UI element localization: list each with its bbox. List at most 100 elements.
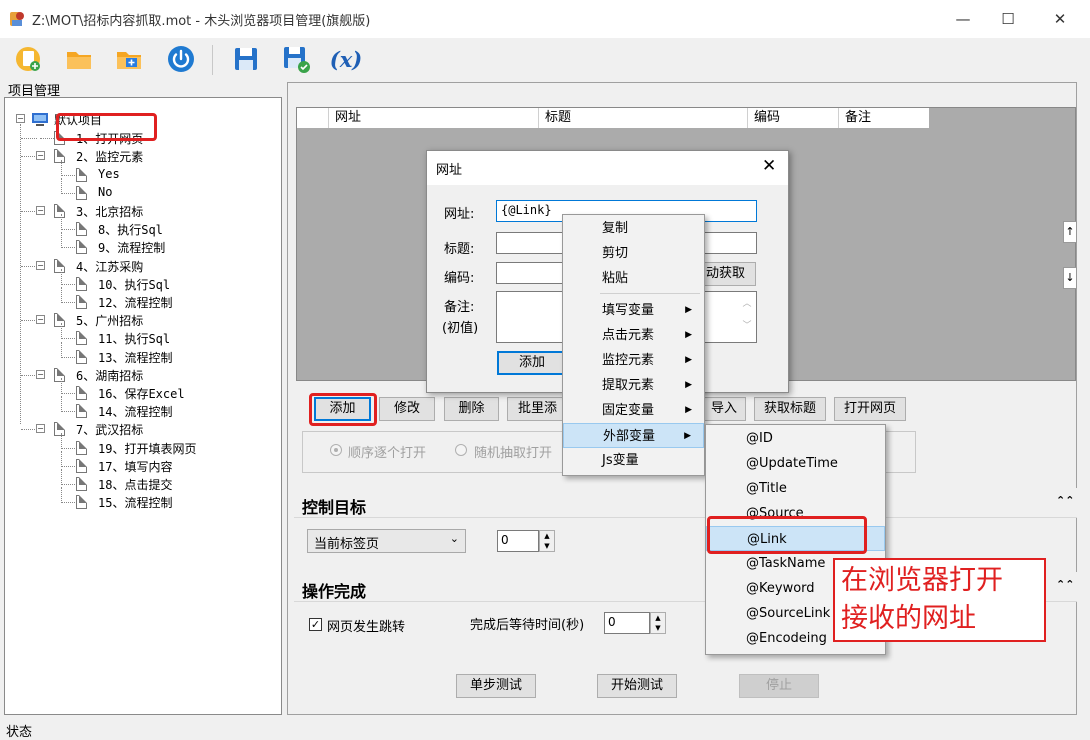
tree-node-label[interactable]: 8、执行Sql	[98, 221, 163, 238]
stop-test-button[interactable]: 停止	[739, 674, 819, 698]
sequential-radio[interactable]	[330, 444, 342, 456]
grid-column-header[interactable]: 网址	[329, 108, 539, 128]
tree-node-label[interactable]: Yes	[98, 167, 120, 181]
expand-toggle-icon[interactable]: −	[36, 315, 45, 325]
expand-toggle-icon[interactable]: −	[36, 206, 45, 215]
tree-guide-line	[61, 232, 62, 249]
move-down-arrow-icon[interactable]: ↓	[1063, 267, 1077, 289]
context-menu-item[interactable]: 固定变量 ▶	[563, 398, 704, 423]
context-menu-item[interactable]: 剪切	[563, 241, 704, 266]
context-menu-item[interactable]: 点击元素 ▶	[563, 323, 704, 348]
tree-guide-line	[21, 320, 37, 322]
tree-node-label[interactable]: 11、执行Sql	[98, 330, 170, 347]
submenu-item[interactable]: @UpdateTime	[706, 451, 885, 476]
tree-node-label[interactable]: 17、填写内容	[98, 458, 172, 475]
tree-node-label[interactable]: 13、流程控制	[98, 349, 172, 366]
power-icon[interactable]	[164, 42, 198, 76]
context-menu-item[interactable]: 外部变量 ▶	[563, 423, 704, 448]
step-test-button[interactable]: 单步测试	[456, 674, 536, 698]
maximize-button[interactable]: ☐	[985, 0, 1031, 38]
tree-node-label[interactable]: 14、流程控制	[98, 403, 172, 420]
open-folder-icon[interactable]	[62, 42, 96, 76]
move-up-arrow-icon[interactable]: ↑	[1063, 221, 1077, 243]
note-scrollbar[interactable]: ︿ ﹀	[738, 293, 756, 341]
close-button[interactable]: ✕	[1037, 0, 1083, 38]
submenu-item[interactable]: @Title	[706, 476, 885, 501]
code-input[interactable]	[496, 262, 566, 284]
open-page-button[interactable]: 打开网页	[834, 397, 906, 421]
dialog-add-button[interactable]: 添加	[497, 351, 567, 375]
tree-node-label[interactable]: 5、广州招标	[76, 312, 143, 329]
tab-select-value: 当前标签页	[314, 537, 380, 552]
control-target-header[interactable]: 控制目标	[294, 488, 1077, 518]
tree-guide-line	[61, 432, 62, 449]
context-menu-item[interactable]: 提取元素 ▶	[563, 373, 704, 398]
batch-add-button[interactable]: 批里添	[507, 397, 565, 421]
tab-index-spinner[interactable]: ▲ ▼	[539, 530, 555, 552]
expand-toggle-icon[interactable]: −	[36, 369, 45, 379]
import-button[interactable]: 导入	[700, 397, 746, 421]
tree-node-label[interactable]: 6、湖南招标	[76, 367, 143, 384]
random-radio[interactable]	[455, 444, 467, 456]
document-icon	[76, 240, 87, 255]
tree-guide-line	[61, 341, 62, 358]
context-menu-item[interactable]: 监控元素 ▶	[563, 348, 704, 373]
edit-url-button[interactable]: 修改	[379, 397, 435, 421]
grid-column-header[interactable]: 编码	[748, 108, 839, 128]
tab-index-input[interactable]: 0	[497, 530, 539, 552]
wait-time-input[interactable]: 0	[604, 612, 650, 634]
add-folder-icon[interactable]	[112, 42, 146, 76]
menu-item-label: 点击元素	[602, 328, 655, 343]
tree-guide-line	[61, 177, 62, 194]
title-label: 标题:	[444, 242, 475, 257]
menu-item-label: 剪切	[602, 246, 629, 261]
menu-item-label: Js变量	[602, 453, 639, 468]
save-as-icon[interactable]	[279, 42, 313, 76]
submenu-item[interactable]: @ID	[706, 426, 885, 451]
tree-node-label[interactable]: 2、监控元素	[76, 148, 143, 165]
tree-node-label[interactable]: 16、保存Excel	[98, 385, 185, 402]
tree-guide-line	[61, 450, 62, 467]
start-test-button[interactable]: 开始测试	[597, 674, 677, 698]
tree-node-label[interactable]: 19、打开填表网页	[98, 440, 196, 457]
expand-toggle-icon[interactable]: −	[36, 424, 45, 434]
minimize-button[interactable]: —	[940, 0, 986, 38]
save-icon[interactable]	[229, 42, 263, 76]
tree-node-label[interactable]: 12、流程控制	[98, 294, 172, 311]
delete-url-button[interactable]: 删除	[444, 397, 499, 421]
tree-node-label[interactable]: 3、北京招标	[76, 203, 143, 220]
tree-guide-line	[61, 214, 62, 231]
tree-node-label[interactable]: No	[98, 185, 112, 199]
tab-select[interactable]: 当前标签页 ⌄	[307, 529, 466, 553]
collapse-chevron-icon[interactable]: ⌃⌃	[1056, 494, 1074, 507]
grid-column-header[interactable]: 备注	[839, 108, 929, 128]
get-title-button[interactable]: 获取标题	[754, 397, 826, 421]
tree-node-label[interactable]: 15、流程控制	[98, 494, 172, 511]
annotation-line: 在浏览器打开	[841, 565, 1003, 596]
wait-time-spinner[interactable]: ▲ ▼	[650, 612, 666, 634]
context-menu-item[interactable]: 粘贴	[563, 266, 704, 291]
tree-node-label[interactable]: 10、执行Sql	[98, 276, 170, 293]
context-menu-item[interactable]: Js变量	[563, 448, 704, 473]
document-icon	[76, 185, 87, 200]
expand-toggle-icon[interactable]: −	[16, 114, 25, 123]
collapse-chevron-icon[interactable]: ⌃⌃	[1056, 578, 1074, 591]
tree-node-label[interactable]: 7、武汉招标	[76, 421, 143, 438]
tree-guide-line	[20, 124, 21, 425]
tree-node-label[interactable]: 9、流程控制	[98, 239, 165, 256]
context-menu-item[interactable]: 复制	[563, 216, 704, 241]
new-file-icon[interactable]	[12, 42, 46, 76]
grid-column-header[interactable]: 标题	[539, 108, 748, 128]
tree-node-label[interactable]: 18、点击提交	[98, 476, 172, 493]
document-icon	[54, 422, 65, 437]
tree-guide-line	[61, 159, 62, 176]
expand-toggle-icon[interactable]: −	[36, 260, 45, 270]
tree-guide-line	[61, 484, 75, 485]
expand-toggle-icon[interactable]: −	[36, 151, 45, 161]
grid-row-header	[297, 108, 329, 128]
page-jump-checkbox[interactable]: ✓	[309, 618, 322, 631]
dialog-close-icon[interactable]: ✕	[762, 156, 776, 176]
tree-node-label[interactable]: 4、江苏采购	[76, 258, 143, 275]
context-menu-item[interactable]: 填写变量 ▶	[563, 298, 704, 323]
variable-icon[interactable]: (x)	[329, 42, 363, 76]
